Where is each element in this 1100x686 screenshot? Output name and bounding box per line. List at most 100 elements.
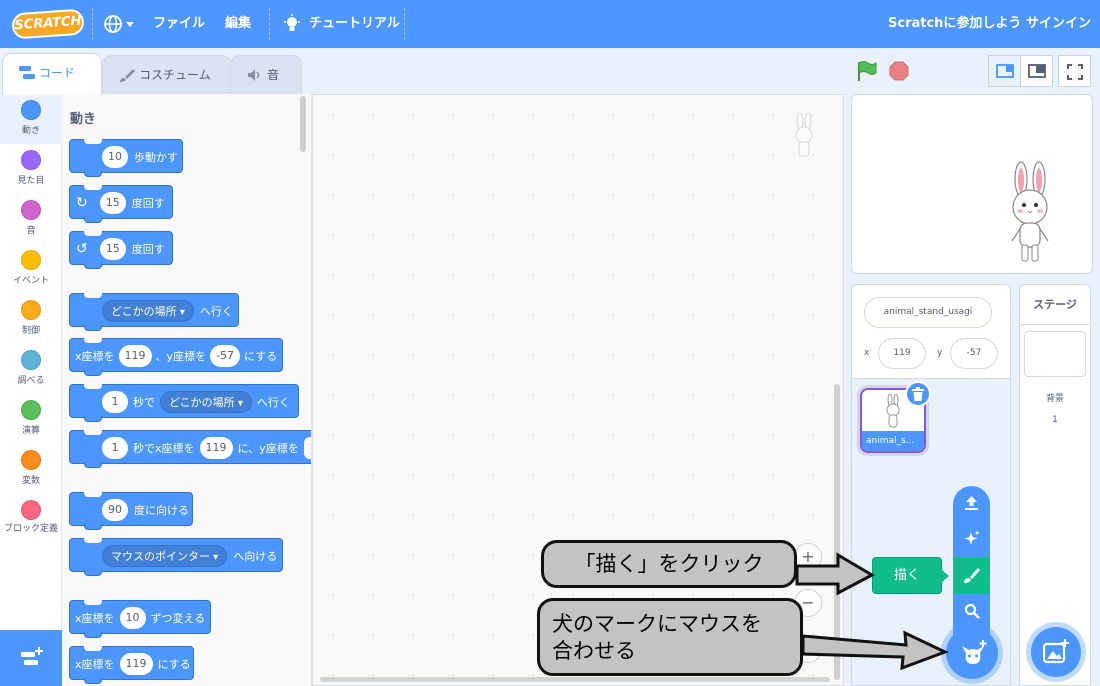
fullscreen-button[interactable] bbox=[1058, 55, 1091, 87]
trash-icon bbox=[912, 387, 924, 401]
paintbrush-icon bbox=[964, 568, 980, 583]
lightbulb-icon[interactable] bbox=[283, 14, 301, 34]
paint-sprite-button[interactable] bbox=[953, 557, 990, 594]
block-glide-to[interactable]: 1 秒で どこかの場所 へ行く bbox=[69, 384, 299, 422]
y-field[interactable]: -57 bbox=[950, 338, 998, 369]
degrees-input[interactable]: 15 bbox=[99, 192, 126, 214]
set-x-input[interactable]: 119 bbox=[119, 653, 153, 675]
block-text: 歩動かす bbox=[134, 151, 178, 164]
rabbit-sprite[interactable] bbox=[1004, 161, 1056, 265]
rabbit-thumbnail-icon bbox=[886, 394, 900, 428]
file-menu[interactable]: ファイル bbox=[153, 0, 205, 48]
block-text: x座標を bbox=[75, 612, 115, 625]
zoom-in-button[interactable]: + bbox=[794, 543, 822, 571]
signin-link[interactable]: サインイン bbox=[1026, 0, 1091, 48]
sprite-name-field[interactable]: animal_stand_usagi bbox=[864, 297, 992, 328]
stop-icon[interactable] bbox=[889, 61, 909, 81]
block-go-to-xy[interactable]: x座標を 119 、y座標を -57 にする bbox=[69, 338, 283, 376]
block-go-to[interactable]: どこかの場所 へ行く bbox=[69, 293, 239, 331]
block-move-steps[interactable]: 10 歩動かす bbox=[69, 139, 183, 177]
stage-panel-title: ステージ bbox=[1020, 285, 1090, 325]
degrees-input[interactable]: 15 bbox=[99, 238, 126, 260]
change-x-input[interactable]: 10 bbox=[119, 607, 146, 629]
green-flag-icon[interactable] bbox=[856, 60, 878, 82]
tab-costumes[interactable]: コスチューム bbox=[102, 55, 232, 95]
delete-sprite-button[interactable] bbox=[905, 381, 931, 407]
category-events[interactable]: イベント bbox=[0, 244, 62, 294]
block-set-x[interactable]: x座標を 119 にする bbox=[69, 646, 194, 684]
category-dot-icon bbox=[21, 450, 41, 470]
category-dot-icon bbox=[21, 250, 41, 270]
tab-label: 音 bbox=[267, 68, 280, 82]
menu-bar: SCRATCH ファイル 編集 チュートリアル Scratchに参加しよう サイ… bbox=[0, 0, 1100, 48]
seconds-input[interactable]: 1 bbox=[102, 391, 128, 413]
scratch-logo[interactable]: SCRATCH bbox=[11, 8, 85, 40]
large-stage-icon bbox=[1028, 64, 1046, 78]
target-dropdown[interactable]: どこかの場所 bbox=[160, 391, 252, 413]
block-turn-left[interactable]: ↺ 15 度回す bbox=[69, 231, 173, 269]
block-change-x[interactable]: x座標を 10 ずつ変える bbox=[69, 600, 211, 638]
y-label: y bbox=[937, 348, 943, 358]
category-label: イベント bbox=[12, 276, 49, 286]
tab-code[interactable]: コード bbox=[2, 53, 102, 95]
category-sensing[interactable]: 調べる bbox=[0, 344, 62, 394]
tab-sounds[interactable]: 音 bbox=[230, 55, 302, 95]
x-field[interactable]: 119 bbox=[878, 338, 926, 369]
category-label: 調べる bbox=[17, 376, 45, 386]
palette-scrollbar[interactable] bbox=[300, 96, 306, 152]
edit-menu[interactable]: 編集 bbox=[225, 0, 251, 48]
block-turn-right[interactable]: ↻ 15 度回す bbox=[69, 185, 173, 223]
category-my-blocks[interactable]: ブロック定義 bbox=[0, 494, 62, 554]
category-dot-icon bbox=[21, 150, 41, 170]
upload-sprite-button[interactable] bbox=[953, 486, 990, 523]
surprise-sprite-button[interactable] bbox=[953, 521, 990, 558]
choose-sprite-search-button[interactable] bbox=[953, 593, 990, 630]
choose-backdrop-button[interactable] bbox=[1031, 627, 1081, 677]
callout-hover-cat: 犬のマークにマウスを 合わせる bbox=[537, 598, 803, 676]
steps-input[interactable]: 10 bbox=[102, 146, 128, 168]
towards-dropdown[interactable]: マウスのポインター bbox=[102, 545, 228, 567]
cat-face-icon bbox=[962, 640, 987, 664]
globe-icon[interactable] bbox=[103, 14, 123, 34]
category-label: 制御 bbox=[21, 326, 40, 336]
x-input[interactable]: 119 bbox=[118, 345, 152, 367]
stage-thumbnail[interactable] bbox=[1024, 331, 1086, 377]
workspace-vertical-scrollbar[interactable] bbox=[834, 384, 840, 680]
block-text: 度に向ける bbox=[134, 504, 189, 517]
menu-divider bbox=[92, 8, 93, 40]
category-sound[interactable]: 音 bbox=[0, 194, 62, 244]
block-point-towards[interactable]: マウスのポインター へ向ける bbox=[69, 538, 283, 576]
code-blocks-icon bbox=[19, 66, 35, 79]
seconds-input[interactable]: 1 bbox=[102, 437, 128, 459]
category-motion[interactable]: 動き bbox=[0, 94, 62, 144]
y-input[interactable]: -57 bbox=[210, 345, 240, 367]
category-dot-icon bbox=[21, 200, 41, 220]
y-input[interactable] bbox=[303, 437, 311, 459]
x-input[interactable]: 119 bbox=[199, 437, 233, 459]
add-extension-button[interactable] bbox=[0, 630, 62, 686]
direction-input[interactable]: 90 bbox=[102, 499, 128, 521]
block-glide-to-xy[interactable]: 1 秒でx座標を 119 に、y座標を bbox=[69, 430, 311, 468]
small-stage-button[interactable] bbox=[988, 55, 1021, 87]
choose-sprite-button[interactable] bbox=[946, 627, 998, 679]
chevron-down-icon[interactable] bbox=[126, 22, 134, 27]
block-text: x座標を bbox=[75, 350, 115, 363]
category-variables[interactable]: 変数 bbox=[0, 444, 62, 494]
workspace-horizontal-scrollbar[interactable] bbox=[320, 677, 830, 682]
stage-selector-panel[interactable]: ステージ 背景 1 bbox=[1019, 284, 1091, 686]
stage-canvas[interactable] bbox=[851, 94, 1093, 274]
large-stage-button[interactable] bbox=[1020, 55, 1053, 87]
target-dropdown[interactable]: どこかの場所 bbox=[102, 300, 194, 322]
category-looks[interactable]: 見た目 bbox=[0, 144, 62, 194]
category-dot-icon bbox=[21, 100, 41, 120]
block-text: へ行く bbox=[199, 305, 233, 318]
sprite-tile-name: animal_s... bbox=[862, 431, 924, 451]
block-text: ずつ変える bbox=[150, 612, 206, 625]
join-link[interactable]: Scratchに参加しよう bbox=[888, 0, 1021, 48]
tutorials-menu[interactable]: チュートリアル bbox=[309, 0, 400, 48]
category-operators[interactable]: 演算 bbox=[0, 394, 62, 444]
search-icon bbox=[964, 603, 980, 619]
category-control[interactable]: 制御 bbox=[0, 294, 62, 344]
category-dot-icon bbox=[21, 350, 41, 370]
block-point-in-direction[interactable]: 90 度に向ける bbox=[69, 492, 193, 530]
